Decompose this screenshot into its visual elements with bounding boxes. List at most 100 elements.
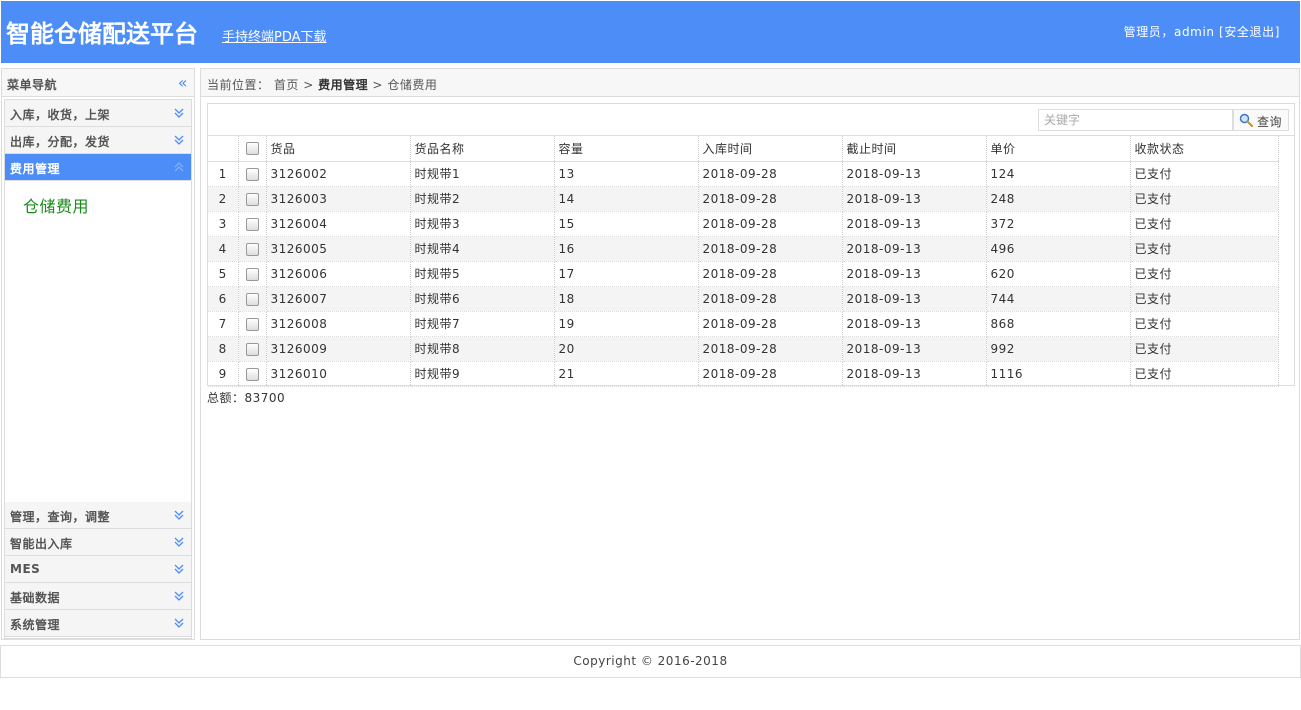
accordion-label: 智能出入库	[10, 537, 73, 551]
accordion-header-outbound[interactable]: 出库，分配，发货	[5, 127, 191, 154]
breadcrumb-section[interactable]: 费用管理	[318, 78, 368, 92]
select-all-checkbox[interactable]	[245, 142, 259, 156]
cell-payment-status: 已支付	[1130, 186, 1279, 212]
top-header: 智能仓储配送平台 手持终端PDA下载 管理员，admin [安全退出]	[1, 1, 1300, 63]
table-row[interactable]: 8 3126009 时规带8 20 2018-09-28 2018-09-13 992 已支付	[208, 336, 1279, 362]
table-row[interactable]: 7 3126008 时规带7 19 2018-09-28 2018-09-13 868 已支付	[208, 311, 1279, 337]
data-grid: 查询 货品货品名称容量入库时间截止时间单价收款状态 1 3126002时规带113…	[207, 103, 1295, 387]
double-chevron-left-icon[interactable]: «	[178, 73, 188, 92]
user-name: 管理员，admin	[1123, 25, 1215, 39]
cell-due-date: 2018-09-13	[842, 286, 987, 312]
row-checkbox-cell	[238, 261, 267, 287]
accordion-header-mes[interactable]: MES	[5, 556, 191, 583]
breadcrumb-separator: >	[303, 78, 314, 92]
accordion-header-system[interactable]: 系统管理	[5, 610, 191, 637]
accordion-label: 费用管理	[10, 162, 61, 176]
accordion-header-manage-query[interactable]: 管理，查询，调整	[5, 502, 191, 529]
cell-due-date: 2018-09-13	[842, 236, 987, 262]
row-number: 9	[208, 361, 239, 387]
accordion-header-smart-io[interactable]: 智能出入库	[5, 529, 191, 556]
table-row[interactable]: 1 3126002 时规带1 13 2018-09-28 2018-09-13 124 已支付	[208, 161, 1279, 187]
cell-payment-status: 已支付	[1130, 336, 1279, 362]
accordion-header-inbound[interactable]: 入库，收货，上架	[5, 100, 191, 127]
table-row[interactable]: 4 3126005 时规带4 16 2018-09-28 2018-09-13 496 已支付	[208, 236, 1279, 262]
logout-link[interactable]: [安全退出]	[1219, 25, 1280, 39]
column-header-in-date[interactable]: 入库时间	[698, 136, 843, 162]
menu-item-storage-fee[interactable]: 仓储费用	[23, 193, 89, 217]
cell-payment-status: 已支付	[1130, 261, 1279, 287]
cell-goods: 3126004	[266, 211, 411, 237]
row-checkbox[interactable]	[245, 292, 259, 306]
cell-due-date: 2018-09-13	[842, 311, 987, 337]
app-title: 智能仓储配送平台	[6, 20, 198, 48]
row-checkbox[interactable]	[245, 242, 259, 256]
cell-in-date: 2018-09-28	[698, 211, 843, 237]
row-number: 6	[208, 286, 239, 312]
row-checkbox[interactable]	[245, 367, 259, 381]
table-row[interactable]: 9 3126010 时规带9 21 2018-09-28 2018-09-13 1116 已支…	[208, 361, 1279, 387]
table-header-row: 货品 货品名称 容量 入库时间 截止时间 单价 收款状态	[208, 136, 1279, 162]
row-checkbox[interactable]	[245, 267, 259, 281]
double-chevron-down-icon	[174, 564, 184, 574]
cell-unit-price: 868	[986, 311, 1131, 337]
search-button[interactable]: 查询	[1233, 109, 1289, 131]
cell-in-date: 2018-09-28	[698, 361, 843, 387]
breadcrumb-home[interactable]: 首页	[274, 78, 299, 92]
table-row[interactable]: 3 3126004 时规带3 15 2018-09-28 2018-09-13 372 已支付	[208, 211, 1279, 237]
cell-in-date: 2018-09-28	[698, 236, 843, 262]
cell-goods-name: 时规带6	[410, 286, 555, 312]
table-row[interactable]: 6 3126007 时规带6 18 2018-09-28 2018-09-13 744 已支付	[208, 286, 1279, 312]
select-all-checkbox-cell	[238, 136, 267, 162]
column-header-unit-price[interactable]: 单价	[986, 136, 1131, 162]
copyright-text: Copyright © 2016-2018	[573, 654, 728, 668]
cell-goods-name: 时规带3	[410, 211, 555, 237]
cell-goods-name: 时规带2	[410, 186, 555, 212]
cell-goods: 3126002	[266, 161, 411, 187]
cell-capacity: 17	[554, 261, 699, 287]
row-number: 4	[208, 236, 239, 262]
pda-download-link[interactable]: 手持终端PDA下载	[222, 26, 327, 45]
row-checkbox[interactable]	[245, 192, 259, 206]
grid-toolbar: 查询	[208, 104, 1294, 136]
row-checkbox-cell	[238, 286, 267, 312]
cell-due-date: 2018-09-13	[842, 361, 987, 387]
user-info: 管理员，admin [安全退出]	[1124, 23, 1280, 40]
breadcrumb-page: 仓储费用	[387, 78, 438, 92]
search-icon	[1239, 113, 1253, 127]
column-header-payment-status[interactable]: 收款状态	[1130, 136, 1279, 162]
column-header-goods[interactable]: 货品	[266, 136, 411, 162]
row-checkbox[interactable]	[245, 167, 259, 181]
search-input[interactable]	[1038, 109, 1233, 131]
row-checkbox[interactable]	[245, 217, 259, 231]
footer: Copyright © 2016-2018	[0, 645, 1301, 678]
row-checkbox-cell	[238, 236, 267, 262]
cell-capacity: 14	[554, 186, 699, 212]
cell-in-date: 2018-09-28	[698, 186, 843, 212]
cell-due-date: 2018-09-13	[842, 161, 987, 187]
accordion-label: 入库，收货，上架	[10, 108, 111, 122]
accordion-header-fees[interactable]: 费用管理	[5, 154, 191, 181]
row-checkbox[interactable]	[245, 342, 259, 356]
column-header-goods-name[interactable]: 货品名称	[410, 136, 555, 162]
row-checkbox-cell	[238, 336, 267, 362]
cell-unit-price: 372	[986, 211, 1131, 237]
breadcrumb-prefix: 当前位置：	[207, 78, 270, 92]
column-header-capacity[interactable]: 容量	[554, 136, 699, 162]
row-number: 1	[208, 161, 239, 187]
table-row[interactable]: 5 3126006 时规带5 17 2018-09-28 2018-09-13 620 已支付	[208, 261, 1279, 287]
row-number: 5	[208, 261, 239, 287]
row-checkbox[interactable]	[245, 317, 259, 331]
row-number: 3	[208, 211, 239, 237]
cell-goods-name: 时规带1	[410, 161, 555, 187]
accordion-header-base-data[interactable]: 基础数据	[5, 583, 191, 610]
cell-goods-name: 时规带5	[410, 261, 555, 287]
accordion-label: MES	[10, 562, 41, 576]
double-chevron-down-icon	[174, 108, 184, 118]
cell-goods-name: 时规带8	[410, 336, 555, 362]
cell-payment-status: 已支付	[1130, 286, 1279, 312]
cell-payment-status: 已支付	[1130, 311, 1279, 337]
column-header-due-date[interactable]: 截止时间	[842, 136, 987, 162]
double-chevron-down-icon	[174, 537, 184, 547]
table-row[interactable]: 2 3126003 时规带2 14 2018-09-28 2018-09-13 248 已支付	[208, 186, 1279, 212]
cell-in-date: 2018-09-28	[698, 336, 843, 362]
